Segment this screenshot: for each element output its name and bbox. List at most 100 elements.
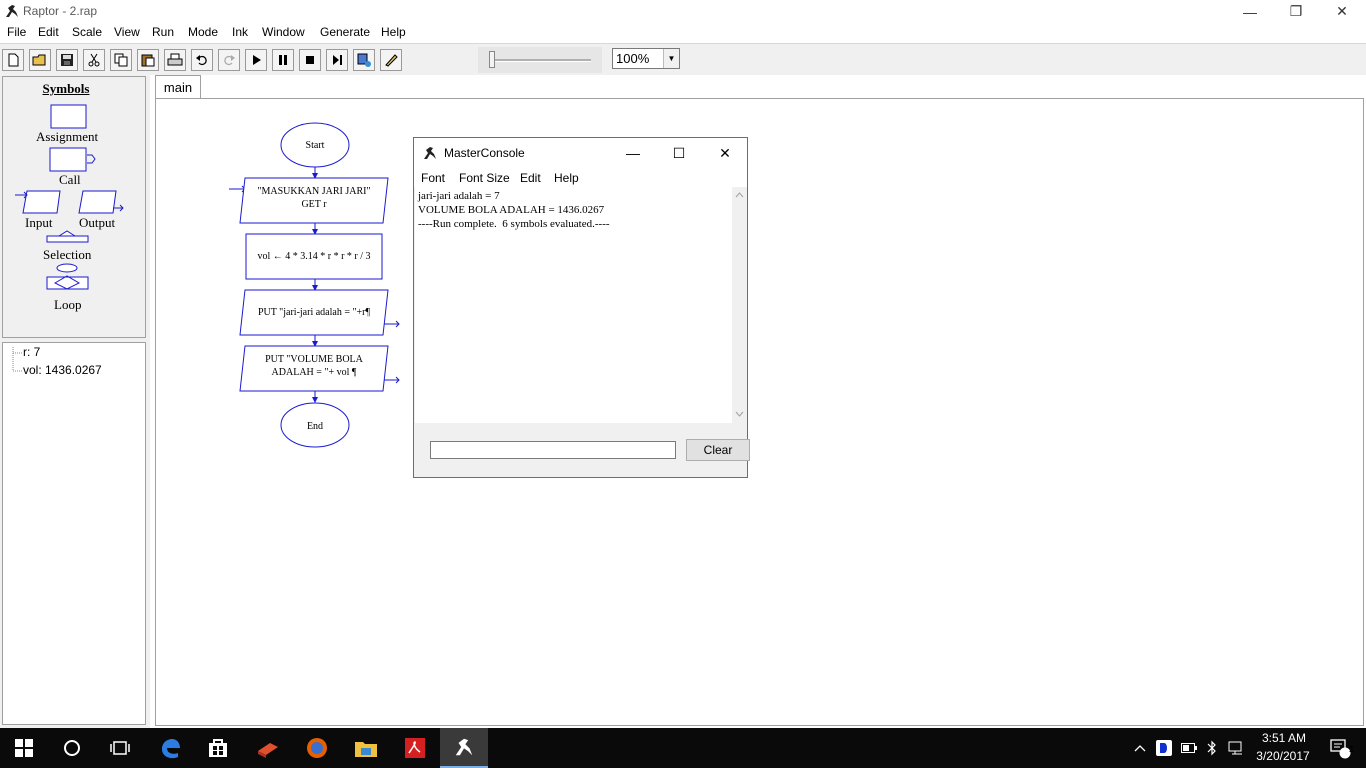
minimize-icon: — — [1243, 3, 1257, 20]
menu-edit[interactable]: Edit — [38, 25, 59, 39]
output-symbol-icon[interactable] — [78, 190, 117, 214]
play-icon — [253, 55, 261, 65]
loop-label: Loop — [54, 297, 82, 312]
step-button[interactable] — [326, 49, 348, 71]
ink-pen-button[interactable] — [380, 49, 402, 71]
copy-icon — [114, 53, 128, 67]
copy-button[interactable] — [110, 49, 132, 71]
undo-button[interactable] — [191, 49, 213, 71]
speed-slider-thumb[interactable] — [489, 51, 495, 68]
variable-r[interactable]: r: 7 — [23, 345, 40, 359]
clock-time[interactable]: 3:51 AM — [1254, 731, 1314, 745]
tab-main[interactable]: main — [155, 75, 201, 98]
menu-generate[interactable]: Generate — [320, 25, 370, 39]
menu-file[interactable]: File — [7, 25, 26, 39]
restore-button[interactable]: ❐ — [1273, 0, 1319, 23]
battery-tray-button[interactable] — [1178, 728, 1200, 768]
console-minimize-button[interactable]: — — [610, 138, 656, 168]
input-prompt-text: "MASUKKAN JARI JARI" — [257, 186, 370, 197]
minimize-button[interactable]: — — [1227, 0, 1273, 23]
cut-button[interactable] — [83, 49, 105, 71]
test-server-button[interactable] — [353, 49, 375, 71]
console-title-bar[interactable]: MasterConsole — ☐ ✕ — [414, 138, 747, 168]
cortana-button[interactable] — [48, 728, 96, 768]
output-line: ----Run complete. 6 symbols evaluated.--… — [418, 218, 610, 230]
paste-button[interactable] — [137, 49, 159, 71]
input-symbol-icon[interactable] — [22, 190, 61, 214]
book-app-taskbar-button[interactable] — [244, 728, 292, 768]
paste-icon — [141, 54, 155, 67]
variable-vol[interactable]: vol: 1436.0267 — [23, 363, 102, 377]
console-scrollbar[interactable] — [732, 187, 747, 423]
raptor-taskbar-button[interactable] — [440, 728, 488, 768]
save-icon — [61, 54, 73, 66]
pause-button[interactable] — [272, 49, 294, 71]
close-icon: ✕ — [719, 144, 731, 161]
file-explorer-icon — [355, 742, 377, 757]
call-symbol-icon[interactable] — [49, 147, 87, 172]
loop-symbol-icon[interactable] — [46, 275, 89, 290]
window-title-bar[interactable]: Raptor - 2.rap — ❐ ✕ — [0, 0, 1366, 23]
clock-date[interactable]: 3/20/2017 — [1250, 749, 1316, 763]
input-arrow-icon — [15, 191, 28, 199]
input-label: Input — [25, 215, 53, 230]
window-title: Raptor - 2.rap — [23, 4, 98, 18]
firefox-taskbar-button[interactable] — [293, 728, 341, 768]
start-label: Start — [306, 140, 325, 151]
zoom-dropdown[interactable]: 100% ▼ — [612, 48, 680, 69]
file-explorer-taskbar-button[interactable] — [342, 728, 390, 768]
output-line: VOLUME BOLA ADALAH = 1436.0267 — [418, 204, 605, 216]
console-maximize-button[interactable]: ☐ — [656, 138, 702, 168]
console-title: MasterConsole — [444, 146, 525, 160]
save-button[interactable] — [56, 49, 78, 71]
menu-ink[interactable]: Ink — [232, 25, 248, 39]
menu-mode[interactable]: Mode — [188, 25, 218, 39]
store-taskbar-button[interactable] — [194, 728, 242, 768]
print-button[interactable] — [164, 49, 186, 71]
edge-taskbar-button[interactable] — [146, 728, 194, 768]
task-view-button[interactable] — [96, 728, 144, 768]
new-button[interactable] — [2, 49, 24, 71]
bluetooth-tray-button[interactable] — [1202, 728, 1222, 768]
close-button[interactable]: ✕ — [1319, 0, 1365, 23]
menu-view[interactable]: View — [114, 25, 140, 39]
master-console-window: MasterConsole — ☐ ✕ Font Font Size Edit … — [413, 137, 750, 478]
flowchart: Start "MASUKKAN JARI JARI" GET r vol ← 4… — [229, 122, 400, 448]
dashlane-icon — [1156, 740, 1172, 756]
selection-symbol-icon[interactable] — [46, 230, 89, 243]
console-output[interactable]: jari-jari adalah = 7 VOLUME BOLA ADALAH … — [415, 187, 732, 423]
action-center-button[interactable]: 1 — [1318, 728, 1362, 768]
console-close-button[interactable]: ✕ — [702, 138, 748, 168]
show-hidden-icons-button[interactable] — [1130, 728, 1150, 768]
new-icon — [8, 53, 19, 67]
chevron-down-icon[interactable]: ▼ — [663, 49, 679, 68]
redo-icon — [224, 55, 235, 66]
print-icon — [167, 53, 183, 66]
network-tray-button[interactable] — [1225, 728, 1249, 768]
start-button[interactable] — [0, 728, 48, 768]
assignment-symbol-icon[interactable] — [50, 104, 87, 129]
clear-button[interactable]: Clear — [686, 439, 750, 461]
speed-slider[interactable] — [478, 47, 602, 73]
open-button[interactable] — [29, 49, 51, 71]
raptor-app-icon — [6, 5, 18, 17]
dashlane-tray-button[interactable] — [1153, 728, 1175, 768]
menu-scale[interactable]: Scale — [72, 25, 102, 39]
menu-run[interactable]: Run — [152, 25, 174, 39]
menu-help[interactable]: Help — [381, 25, 406, 39]
console-menu-font[interactable]: Font — [421, 171, 445, 185]
pdf-reader-icon — [405, 738, 425, 758]
raptor-icon — [424, 147, 436, 159]
menu-bar: File Edit Scale View Run Mode Ink Window… — [0, 23, 1366, 43]
run-button[interactable] — [245, 49, 267, 71]
minimize-icon: — — [626, 145, 640, 161]
stop-button[interactable] — [299, 49, 321, 71]
console-menu-font-size[interactable]: Font Size — [459, 171, 510, 185]
pdf-reader-taskbar-button[interactable] — [391, 728, 439, 768]
console-menu-edit[interactable]: Edit — [520, 171, 541, 185]
console-input[interactable] — [430, 441, 676, 459]
console-menu-help[interactable]: Help — [554, 171, 579, 185]
menu-window[interactable]: Window — [262, 25, 305, 39]
symbols-palette: Symbols Assignment Call Input Output Sel… — [2, 76, 146, 338]
zoom-value: 100% — [616, 51, 650, 66]
